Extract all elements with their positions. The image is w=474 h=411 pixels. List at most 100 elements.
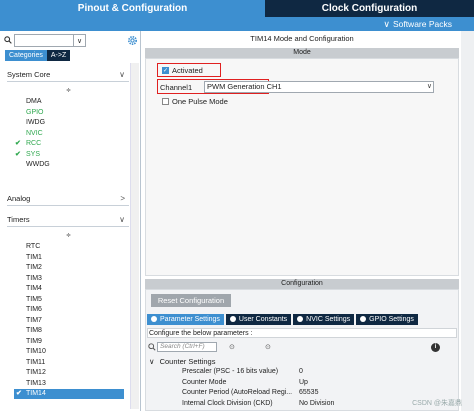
- tab-clock-configuration[interactable]: Clock Configuration: [265, 0, 474, 17]
- search-next-icon[interactable]: ⊙: [265, 343, 271, 351]
- channel-label: Channel1: [160, 83, 193, 92]
- search-icon: [4, 36, 12, 44]
- chevron-down-icon: ∨: [383, 19, 390, 29]
- section-timers[interactable]: Timers ∨: [7, 213, 129, 227]
- sort-icon[interactable]: ≑: [66, 232, 71, 239]
- tab-nvic-settings[interactable]: NVIC Settings: [293, 314, 355, 325]
- chevron-down-icon: ∨: [149, 357, 155, 366]
- list-item[interactable]: TIM5: [26, 295, 42, 305]
- list-item-selected[interactable]: ✔ TIM14: [14, 389, 124, 399]
- parameter-name: Internal Clock Division (CKD): [182, 399, 273, 407]
- status-dot-icon: [360, 316, 367, 322]
- tab-categories[interactable]: Categories: [5, 50, 47, 61]
- channel-mode-value: PWM Generation CH1: [207, 82, 282, 91]
- mode-header: Mode: [145, 48, 459, 58]
- tab-label: Parameter Settings: [160, 316, 220, 323]
- section-analog[interactable]: Analog >: [7, 192, 129, 206]
- right-scrollbar[interactable]: [461, 31, 474, 411]
- parameter-search-input[interactable]: Search (Ctrl+F): [157, 342, 217, 352]
- list-item[interactable]: RCC: [26, 139, 41, 149]
- parameter-name: Counter Mode: [182, 378, 227, 386]
- parameter-value: 0: [299, 368, 303, 375]
- parameter-value: 65535: [299, 389, 319, 396]
- category-tabs: Categories A->Z: [5, 50, 71, 61]
- section-label: Timers: [7, 215, 30, 224]
- info-icon[interactable]: i: [431, 343, 440, 352]
- channel-mode-select[interactable]: PWM Generation CH1 ∨: [204, 81, 434, 93]
- list-item[interactable]: TIM8: [26, 326, 42, 336]
- list-item[interactable]: SYS: [26, 150, 40, 160]
- right-panel: TIM14 Mode and Configuration Mode ✓ Acti…: [145, 31, 459, 411]
- chevron-down-icon: ∨: [119, 70, 125, 79]
- check-icon: ✔: [15, 140, 21, 147]
- section-label: System Core: [7, 70, 51, 79]
- list-item[interactable]: WWDG: [26, 160, 50, 170]
- group-label: Counter Settings: [159, 357, 216, 366]
- list-item[interactable]: TIM6: [26, 305, 42, 315]
- sort-icon[interactable]: ≑: [66, 87, 71, 94]
- search-dropdown-button[interactable]: ∨: [74, 34, 86, 47]
- category-search-row: ∨: [3, 34, 138, 48]
- activated-checkbox[interactable]: ✓: [162, 67, 169, 74]
- list-item[interactable]: TIM1: [26, 253, 42, 263]
- chevron-right-icon: >: [120, 194, 125, 203]
- status-dot-icon: [151, 316, 157, 322]
- list-item[interactable]: TIM9: [26, 337, 42, 347]
- list-item[interactable]: TIM2: [26, 263, 42, 273]
- parameter-row[interactable]: Counter Period (AutoReload Regi... 65535: [182, 388, 452, 398]
- list-item[interactable]: TIM3: [26, 274, 42, 284]
- list-item[interactable]: GPIO: [26, 108, 44, 118]
- check-icon: ✔: [16, 390, 22, 397]
- list-item[interactable]: RTC: [26, 242, 40, 252]
- tab-label: User Constants: [238, 316, 288, 323]
- list-item[interactable]: DMA: [26, 97, 42, 107]
- chevron-down-icon: ∨: [426, 83, 432, 90]
- one-pulse-checkbox[interactable]: [162, 98, 169, 105]
- left-scrollbar[interactable]: [130, 63, 139, 409]
- chevron-down-icon: ∨: [76, 37, 83, 45]
- list-item[interactable]: TIM4: [26, 284, 42, 294]
- tab-label: NVIC Settings: [306, 316, 351, 323]
- top-tab-bar: Pinout & Configuration Clock Configurati…: [0, 0, 474, 17]
- watermark: CSDN @朱嘉鼎: [412, 400, 462, 407]
- list-item[interactable]: TIM12: [26, 368, 46, 378]
- parameter-value: Up: [299, 378, 308, 386]
- parameter-name: Prescaler (PSC - 16 bits value): [182, 368, 279, 375]
- left-panel: ∨ Categories A->Z System Core ∨ ≑ DMA GPI…: [0, 31, 141, 411]
- item-label: TIM14: [26, 390, 46, 397]
- search-icon: [148, 343, 156, 351]
- chevron-down-icon: ∨: [119, 215, 125, 224]
- configuration-header: Configuration: [145, 279, 459, 289]
- list-item[interactable]: IWDG: [26, 118, 45, 128]
- section-system-core[interactable]: System Core ∨: [7, 68, 129, 82]
- activated-label: Activated: [172, 66, 203, 75]
- software-packs-label: Software Packs: [392, 19, 452, 29]
- tab-a-to-z[interactable]: A->Z: [46, 50, 71, 61]
- one-pulse-label: One Pulse Mode: [172, 97, 228, 106]
- list-item[interactable]: TIM10: [26, 347, 46, 357]
- search-prev-icon[interactable]: ⊙: [229, 343, 235, 351]
- software-packs-menu[interactable]: ∨ Software Packs: [383, 19, 452, 30]
- page-title: TIM14 Mode and Configuration: [250, 34, 354, 43]
- tab-user-constants[interactable]: User Constants: [225, 314, 292, 325]
- tab-parameter-settings[interactable]: Parameter Settings: [147, 314, 224, 325]
- configure-hint: Configure the below parameters :: [147, 328, 457, 338]
- counter-settings-group[interactable]: ∨ Counter Settings: [149, 357, 215, 366]
- parameter-row[interactable]: Prescaler (PSC - 16 bits value) 0: [182, 367, 452, 377]
- parameter-name: Counter Period (AutoReload Regi...: [182, 389, 293, 396]
- parameter-value: No Division: [299, 399, 335, 407]
- tab-pinout-configuration[interactable]: Pinout & Configuration: [0, 0, 265, 17]
- parameter-row[interactable]: Counter Mode Up: [182, 378, 452, 388]
- check-icon: ✔: [15, 150, 21, 158]
- tab-label: GPIO Settings: [369, 316, 414, 323]
- list-item[interactable]: TIM7: [26, 316, 42, 326]
- category-search-input[interactable]: [14, 34, 74, 47]
- list-item[interactable]: TIM11: [26, 358, 45, 368]
- list-item[interactable]: TIM13: [26, 379, 46, 389]
- parameter-tabs: Parameter Settings User Constants NVIC S…: [147, 314, 420, 325]
- list-item[interactable]: NVIC: [26, 129, 43, 139]
- status-dot-icon: [229, 316, 236, 322]
- reset-configuration-button[interactable]: Reset Configuration: [151, 294, 231, 307]
- gear-icon[interactable]: [127, 35, 138, 46]
- tab-gpio-settings[interactable]: GPIO Settings: [356, 314, 418, 325]
